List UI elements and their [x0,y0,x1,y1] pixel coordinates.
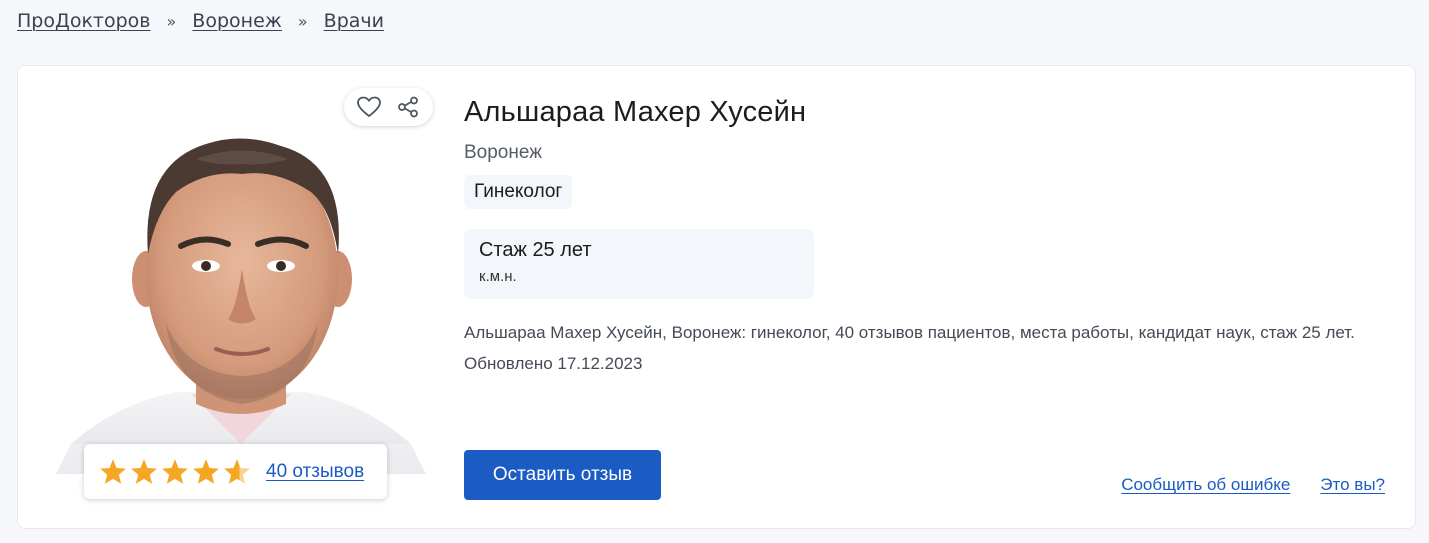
report-error-link[interactable]: Сообщить об ошибке [1121,475,1290,495]
breadcrumb-separator: » [166,11,177,31]
photo-actions [344,88,433,126]
breadcrumb-separator: » [297,11,308,31]
degree-text: к.м.н. [479,268,517,285]
breadcrumb-doctors[interactable]: Врачи [324,10,384,32]
star-icon [162,459,188,484]
star-icon [193,459,219,484]
breadcrumb-voronezh[interactable]: Воронеж [192,10,282,32]
rating-box: 40 отзывов [84,444,387,499]
doctor-description: Альшараа Махер Хусейн, Воронеж: гинеколо… [464,323,1355,342]
doctor-photo [56,104,426,474]
star-half-icon [224,459,250,484]
star-icon [100,459,126,484]
is-it-you-link[interactable]: Это вы? [1320,475,1385,495]
doctor-city: Воронеж [464,142,542,163]
reviews-link[interactable]: 40 отзывов [266,461,364,483]
doctor-info: Альшараа Махер Хусейн Воронеж Гинеколог … [464,96,1394,374]
star-icon [131,459,157,484]
footer-links: Сообщить об ошибке Это вы? [1121,475,1385,495]
doctor-name: Альшараа Махер Хусейн [464,96,807,128]
share-icon[interactable] [394,93,422,121]
breadcrumb-prodoktorov[interactable]: ПроДокторов [17,10,151,32]
updated-date: Обновлено 17.12.2023 [464,354,643,373]
rating-stars [99,458,251,485]
specialty-badge[interactable]: Гинеколог [464,175,573,209]
experience-text: Стаж 25 лет [479,239,592,261]
experience-box: Стаж 25 лет к.м.н. [464,229,814,299]
leave-review-button[interactable]: Оставить отзыв [464,450,661,500]
heart-icon[interactable] [355,93,383,121]
breadcrumb: ПроДокторов » Воронеж » Врачи [17,10,384,32]
doctor-card: 40 отзывов Альшараа Махер Хусейн Воронеж… [17,65,1416,529]
